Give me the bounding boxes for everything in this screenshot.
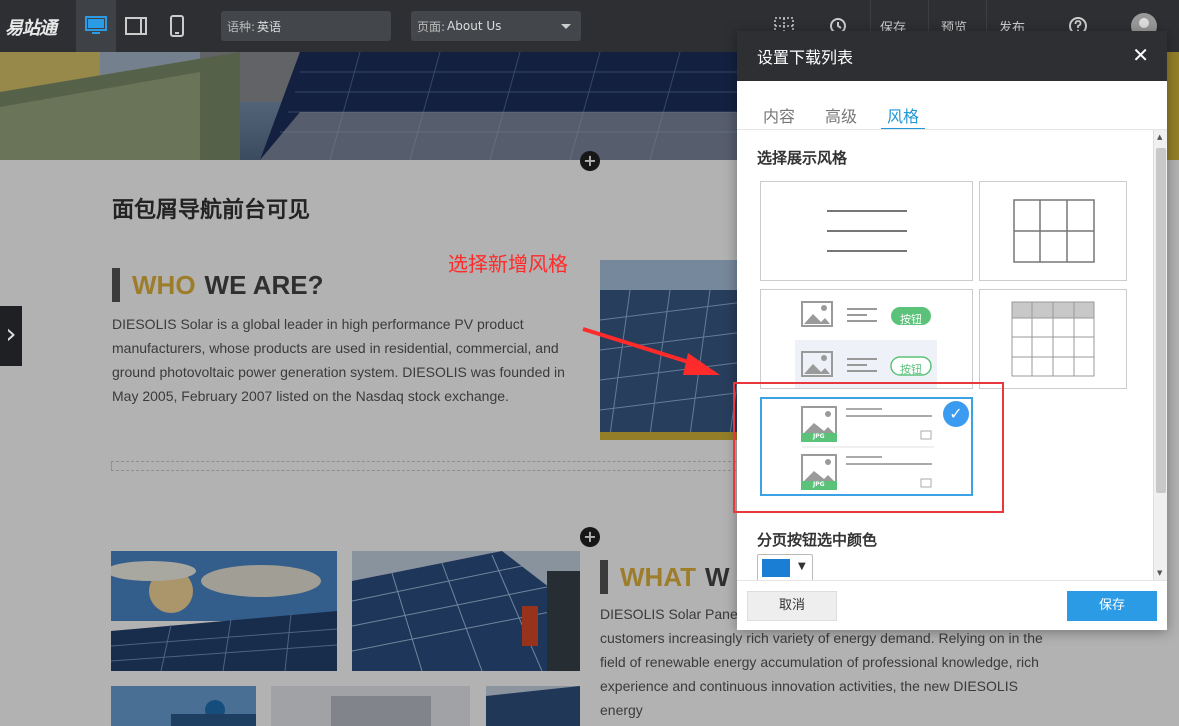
jpg-tag: JPG <box>813 433 825 440</box>
language-label: 语种: <box>227 19 256 34</box>
tab-advanced[interactable]: 高级 <box>819 103 863 130</box>
button-chip-label: 按钮 <box>900 313 922 326</box>
close-icon[interactable]: ✕ <box>1132 45 1149 65</box>
dialog-tabs: 内容 高级 风格 <box>757 103 943 130</box>
phone-icon <box>170 15 184 37</box>
button-chip-label: 按钮 <box>900 363 922 376</box>
dialog-footer: 取消 保存 <box>737 580 1167 630</box>
checkmark-icon: ✓ <box>943 401 969 427</box>
editor-root: 易站通 语种: 英语 页面: About Us 保存 预览 发布 + 面包屑导航… <box>0 0 1179 726</box>
table-style-icon <box>1011 301 1095 377</box>
style-option-grid[interactable] <box>979 181 1127 281</box>
dialog-title: 设置下载列表 <box>757 48 854 67</box>
dialog-header: 设置下载列表 ✕ <box>737 31 1167 81</box>
monitor-icon <box>85 16 107 34</box>
save-button[interactable]: 保存 <box>1067 591 1157 621</box>
grid-style-icon <box>1013 199 1095 263</box>
annotation-label: 选择新增风格 <box>448 252 568 276</box>
pagination-color-title: 分页按钮选中颜色 <box>757 531 878 549</box>
page-value: About Us <box>447 19 502 33</box>
language-value: 英语 <box>257 19 282 34</box>
download-list-settings-dialog: 设置下载列表 ✕ 内容 高级 风格 选择展示风格 按钮 按钮 JPG JPG ✓… <box>737 31 1167 630</box>
image-file-style-icon <box>801 406 934 490</box>
color-swatch <box>762 559 790 577</box>
expand-panel-button[interactable]: › <box>0 306 22 366</box>
dialog-scrollbar[interactable]: ▲ ▼ <box>1153 130 1167 580</box>
tablet-icon <box>125 17 147 35</box>
jpg-tag: JPG <box>813 481 825 488</box>
chevron-down-icon <box>561 24 571 29</box>
cancel-button[interactable]: 取消 <box>747 591 837 621</box>
style-option-list[interactable] <box>760 181 973 281</box>
caret-down-icon: ▼ <box>798 561 806 572</box>
logo: 易站通 <box>5 18 57 39</box>
image-button-style-icon <box>795 301 937 388</box>
style-option-image-file-list[interactable]: JPG JPG ✓ <box>760 397 973 496</box>
style-option-image-button-list[interactable]: 按钮 按钮 <box>760 289 973 389</box>
scrollbar-thumb[interactable] <box>1156 148 1166 493</box>
list-style-icon <box>827 210 907 252</box>
language-select[interactable]: 语种: 英语 <box>221 11 391 41</box>
scroll-down-icon[interactable]: ▼ <box>1157 569 1162 577</box>
style-panel: 选择展示风格 按钮 按钮 JPG JPG ✓ 分页按钮选中颜色 ▼ ▲ ▼ <box>737 130 1167 580</box>
tablet-view-button[interactable] <box>116 0 156 52</box>
tab-content[interactable]: 内容 <box>757 103 801 130</box>
annotation-arrow <box>582 327 720 375</box>
mobile-view-button[interactable] <box>157 0 197 52</box>
tab-style[interactable]: 风格 <box>881 103 926 130</box>
desktop-view-button[interactable] <box>76 0 116 52</box>
page-select[interactable]: 页面: About Us <box>411 11 581 41</box>
page-label: 页面: <box>417 19 446 34</box>
style-option-table[interactable] <box>979 289 1127 389</box>
style-section-title: 选择展示风格 <box>757 149 848 167</box>
pagination-color-picker[interactable]: ▼ <box>757 554 813 580</box>
scroll-up-icon[interactable]: ▲ <box>1157 133 1162 141</box>
